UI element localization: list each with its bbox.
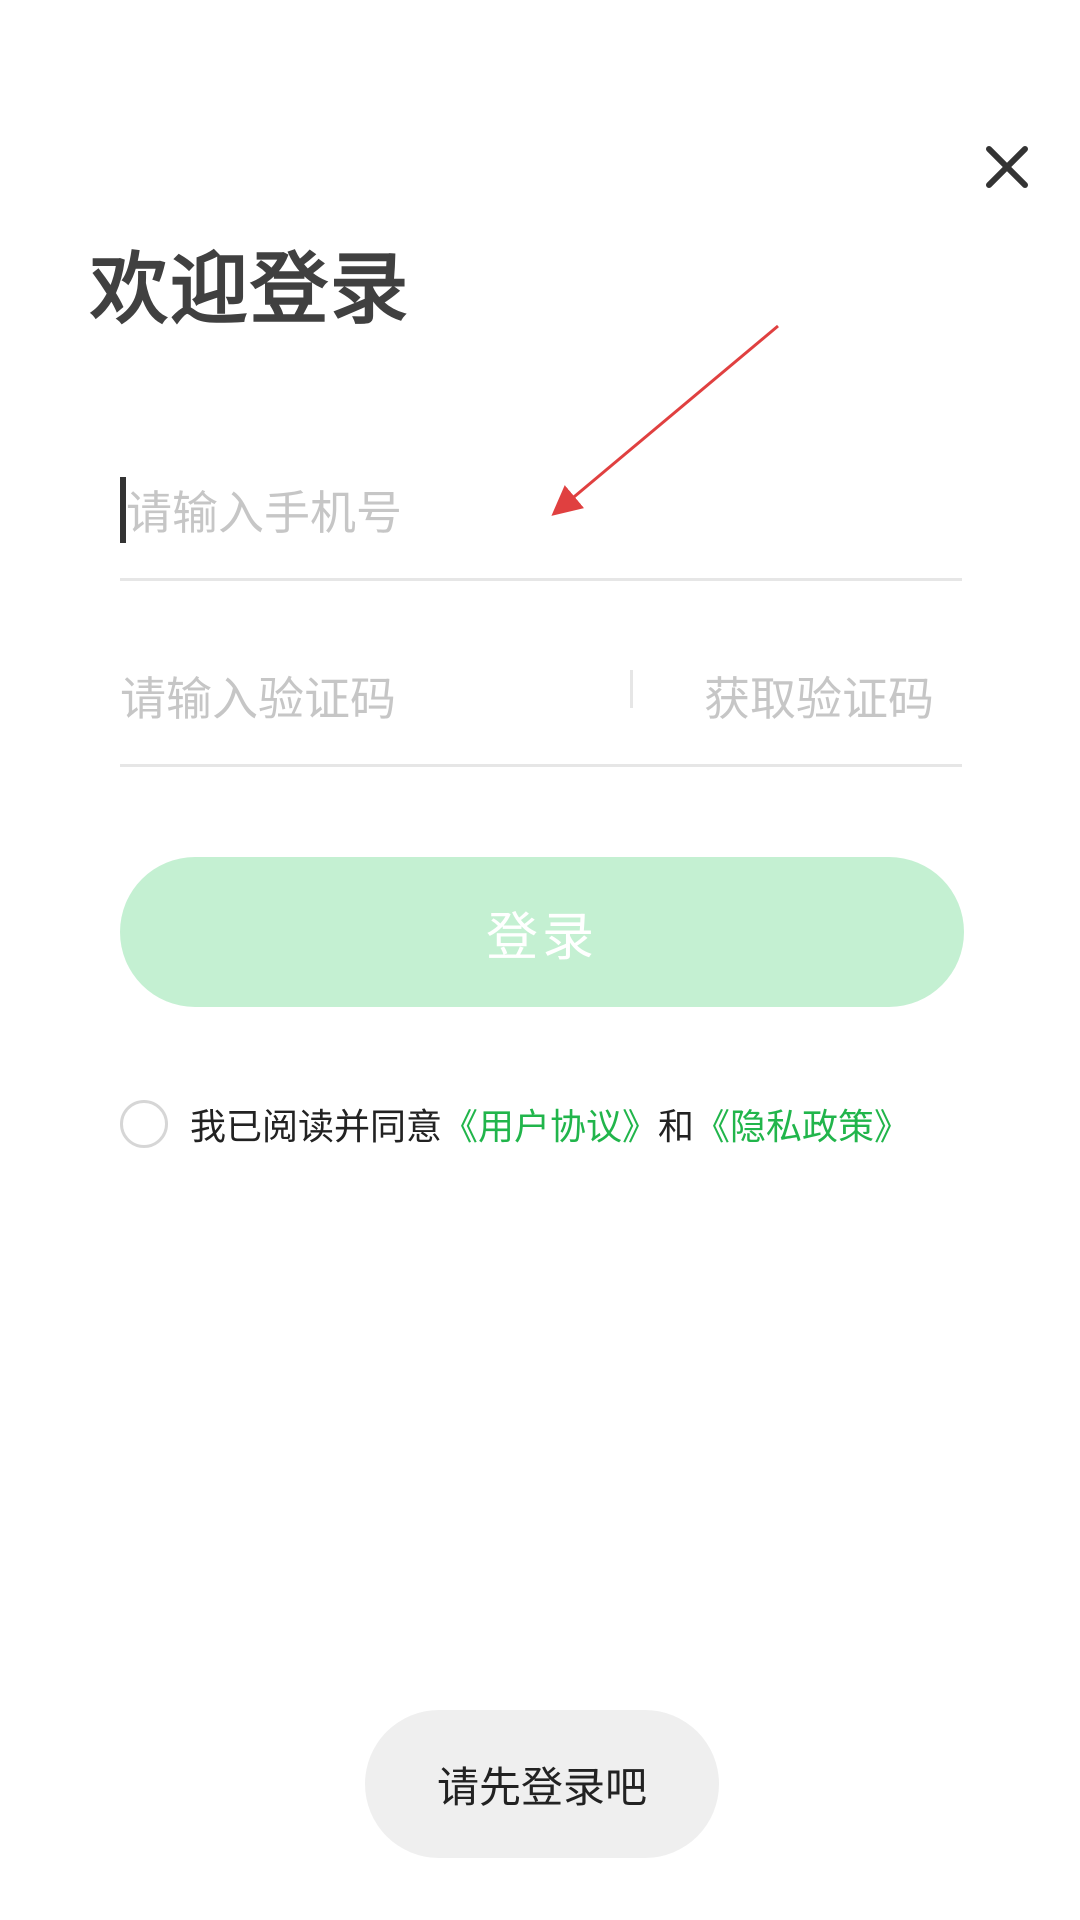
page-title: 欢迎登录	[90, 245, 411, 335]
phone-input[interactable]: 请输入手机号	[120, 450, 962, 570]
code-input[interactable]: 请输入验证码	[120, 636, 620, 756]
agreement-row: 我已阅读并同意 《用户协议》 和 《隐私政策》	[120, 1098, 910, 1150]
code-field: 请输入验证码 获取验证码	[120, 636, 962, 767]
close-icon	[986, 146, 1028, 188]
login-screen: 欢迎登录 请输入手机号 请输入验证码 获取验证码 登录 我已阅读并同意 《用户协…	[0, 0, 1080, 1920]
login-button[interactable]: 登录	[120, 857, 964, 1007]
toast-message: 请先登录吧	[365, 1710, 719, 1858]
agreement-prefix: 我已阅读并同意	[190, 1107, 443, 1148]
agreement-checkbox[interactable]	[120, 1100, 168, 1148]
close-button[interactable]	[975, 135, 1039, 199]
field-divider	[630, 670, 633, 708]
user-agreement-link[interactable]: 《用户协议》	[442, 1098, 658, 1150]
phone-placeholder: 请输入手机号	[126, 486, 402, 540]
code-placeholder: 请输入验证码	[120, 672, 396, 726]
get-code-button[interactable]: 获取验证码	[704, 636, 934, 756]
phone-field: 请输入手机号	[120, 450, 962, 581]
agreement-connector: 和	[658, 1107, 695, 1148]
privacy-policy-link[interactable]: 《隐私政策》	[694, 1098, 910, 1150]
